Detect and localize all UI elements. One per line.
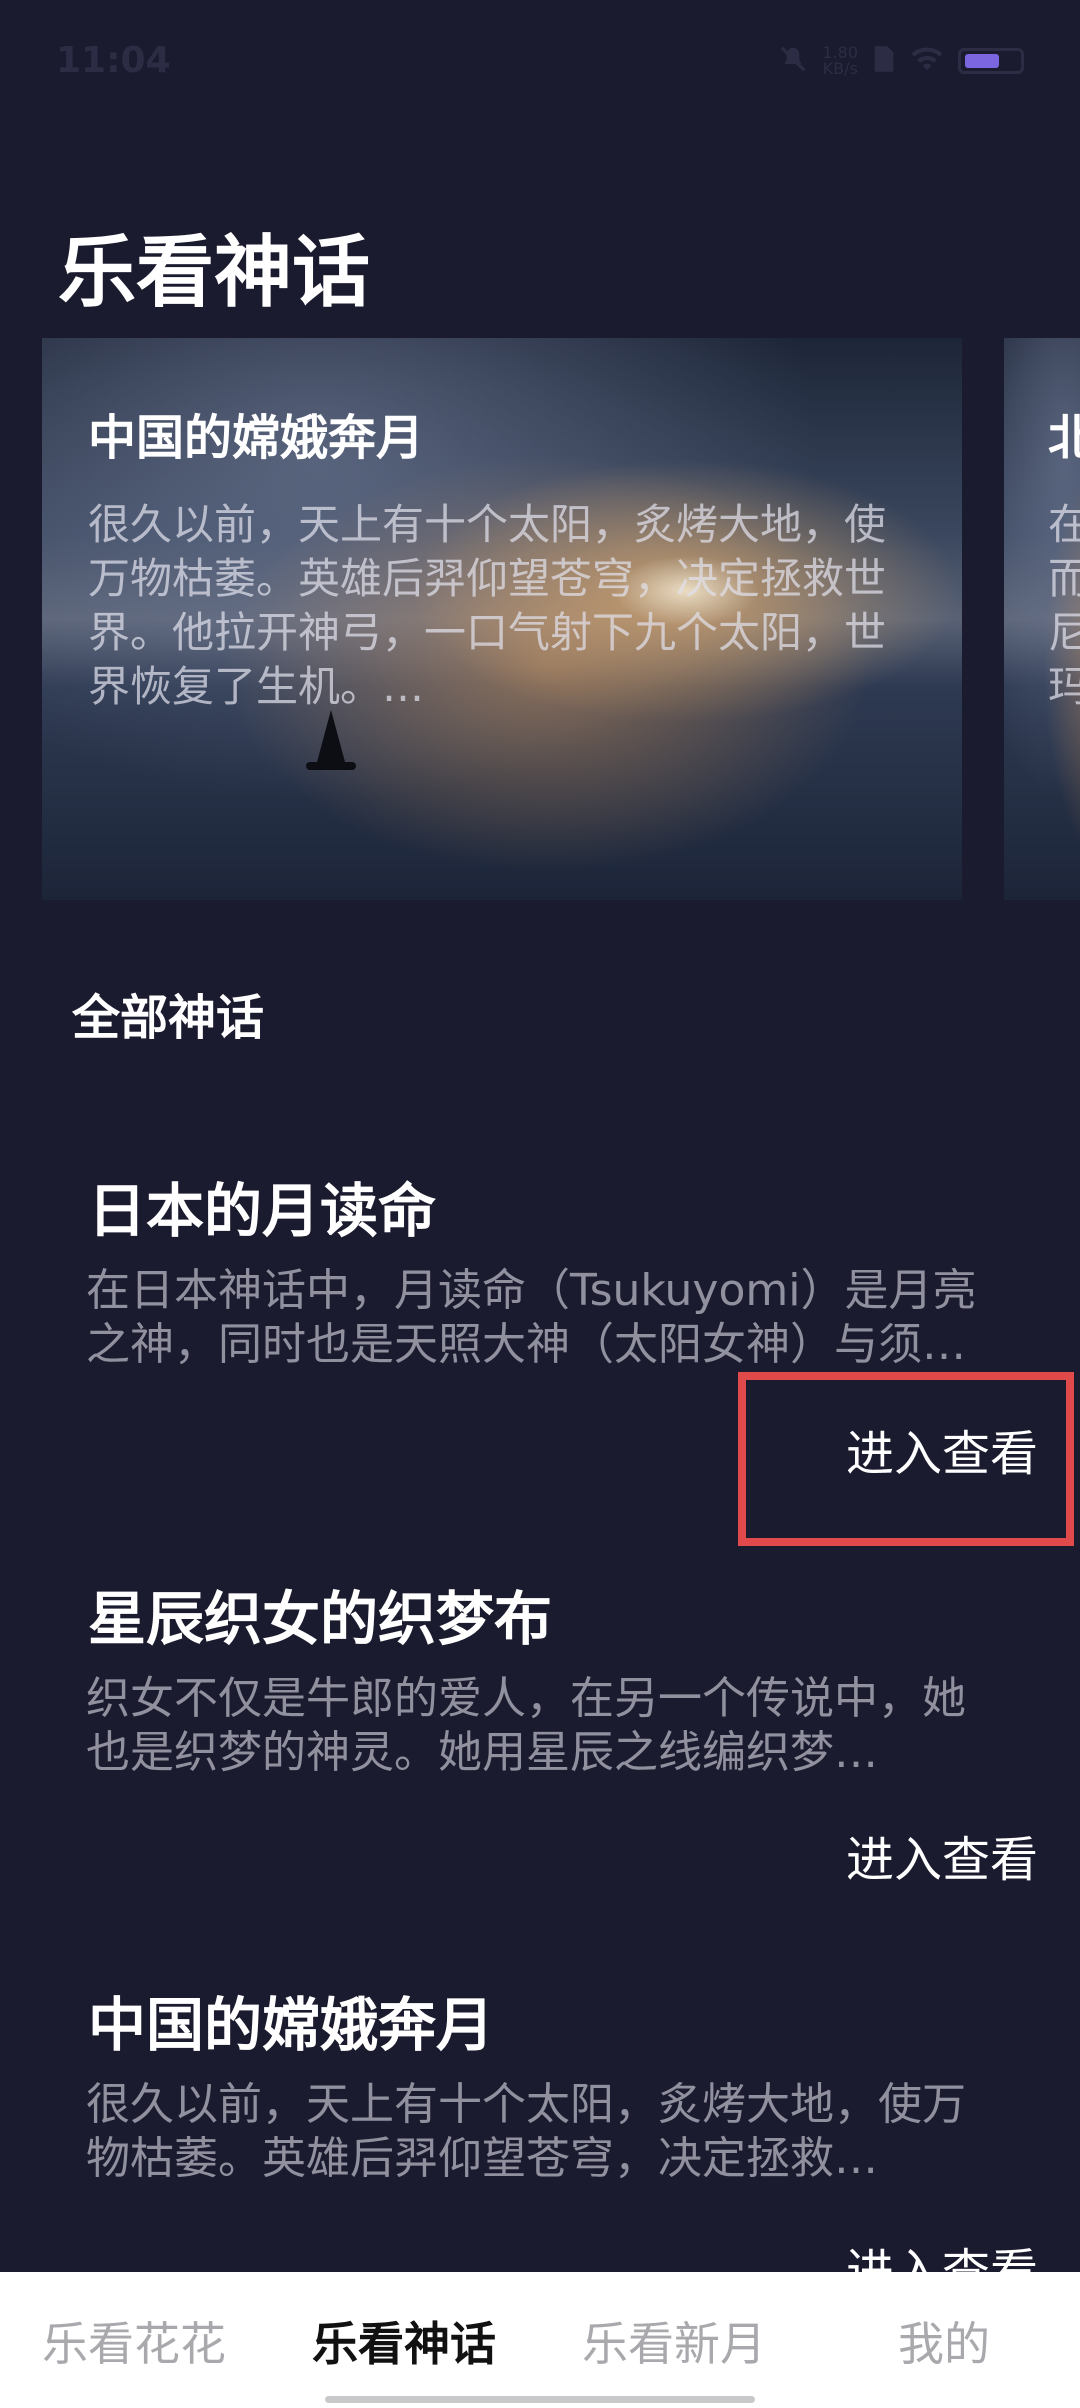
battery-icon [958,48,1024,74]
myth-description: 在日本神话中，月读命（Tsukuyomi）是月亮之神，同时也是天照大神（太阳女神… [86,1265,977,1370]
featured-card-description: 很久以前，天上有十个太阳，炙烤大地，使万物枯萎。英雄后羿仰望苍穹，决定拯救世界。… [88,500,887,711]
myth-title: 日本的月读命 [88,1177,437,1245]
featured-card-next-description: 在而尼玛 [1048,500,1080,711]
sailboat-hull [306,762,356,770]
sailboat-image [317,710,345,762]
page-title: 乐看神话 [58,228,371,318]
tab-lekan-xinyue[interactable]: 乐看新月 [582,2308,766,2374]
mute-icon [778,44,808,78]
featured-card-title: 中国的嫦娥奔月 [88,410,425,466]
featured-carousel[interactable]: 中国的嫦娥奔月 很久以前，天上有十个太阳，炙烤大地，使万物枯萎。英雄后羿仰望苍穹… [0,338,1080,900]
myth-title: 星辰织女的织梦布 [88,1585,553,1653]
tab-lekan-huahua[interactable]: 乐看花花 [42,2308,226,2374]
myth-description: 织女不仅是牛郎的爱人，在另一个传说中，她也是织梦的神灵。她用星辰之线编织梦… [86,1673,966,1778]
featured-card-next-title: 北 [1048,410,1080,466]
status-bar: 11:04 1.80 KB/s [0,0,1080,120]
featured-card[interactable]: 中国的嫦娥奔月 很久以前，天上有十个太阳，炙烤大地，使万物枯萎。英雄后羿仰望苍穹… [42,338,962,900]
tab-lekan-shenhua[interactable]: 乐看神话 [312,2308,496,2374]
enter-view-button[interactable]: 进入查看 [846,1820,1038,1890]
bottom-tab-bar: 乐看花花 乐看神话 乐看新月 我的 [0,2272,1080,2408]
myth-title: 中国的嫦娥奔月 [88,1991,495,2059]
net-speed: 1.80 KB/s [822,45,858,77]
highlight-box [738,1372,1074,1546]
net-speed-unit: KB/s [822,59,858,78]
enter-view-button[interactable]: 进入查看 [846,2232,1038,2272]
myth-description: 很久以前，天上有十个太阳，炙烤大地，使万物枯萎。英雄后羿仰望苍穹，决定拯救… [86,2079,966,2184]
tab-mine[interactable]: 我的 [898,2308,990,2374]
status-icons: 1.80 KB/s [778,44,1024,78]
wifi-icon [910,45,944,77]
home-indicator[interactable] [325,2396,755,2403]
list-item[interactable]: 星辰织女的织梦布 织女不仅是牛郎的爱人，在另一个传说中，她也是织梦的神灵。她用星… [0,1572,1080,1902]
featured-card-next[interactable]: 北 在而尼玛 [1004,338,1080,900]
status-time: 11:04 [56,40,171,81]
section-title: 全部神话 [72,990,265,1046]
sim-icon [872,44,896,78]
list-item[interactable]: 中国的嫦娥奔月 很久以前，天上有十个太阳，炙烤大地，使万物枯萎。英雄后羿仰望苍穹… [0,1978,1080,2272]
